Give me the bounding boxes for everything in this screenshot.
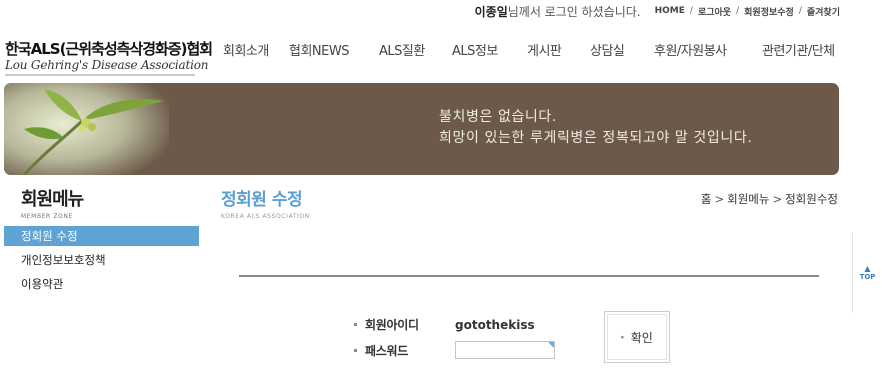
arrow-right-icon: ▸ [621,333,625,341]
bullet-icon [354,348,357,352]
edit-member-info-link[interactable]: 회원정보수정 [744,5,794,18]
logo-underline [5,74,195,76]
sidebar-menu: 정회원 수정 개인정보보호정책 이용약관 [4,226,199,298]
banner-text: 불치병은 없습니다. 희망이 있는한 루게릭병은 정복되고야 말 것입니다. [439,107,752,149]
scroll-top-label: TOP [859,273,876,281]
sidebar-title: 회원메뉴 [21,189,84,210]
sidebar-item-member-edit[interactable]: 정회원 수정 [4,226,199,246]
breadcrumb-member-menu[interactable]: 회원메뉴 [727,192,769,206]
password-row: 패스워드 [354,341,555,359]
breadcrumb-home[interactable]: 홈 [701,192,712,206]
plant-image [4,83,169,175]
password-label: 패스워드 [365,343,408,358]
nav-item-counsel[interactable]: 상담실 [590,40,625,59]
scroll-top-button[interactable]: ▲ TOP [852,233,882,313]
arrow-up-icon: ▲ [864,264,871,273]
login-status-bar: 이종일 님께서 로그인 하셨습니다. HOME / 로그아웃 / 회원정보수정 … [475,2,840,20]
sidebar-item-privacy-policy[interactable]: 개인정보보호정책 [4,250,199,270]
hero-banner: 불치병은 없습니다. 희망이 있는한 루게릭병은 정복되고야 말 것입니다. [4,83,839,175]
logo-english[interactable]: Lou Gehring's Disease Association [5,58,208,72]
breadcrumb-separator: > [772,192,783,206]
banner-line-2: 희망이 있는한 루게릭병은 정복되고야 말 것입니다. [439,130,753,146]
nav-item-related-orgs[interactable]: 관련기관/단체 [762,40,835,59]
logout-link[interactable]: 로그아웃 [698,5,731,18]
password-input[interactable] [455,341,555,359]
separator: / [736,6,740,16]
breadcrumb-current: 정회원수정 [785,192,838,206]
bookmark-link[interactable]: 즐겨찾기 [807,5,840,18]
user-name: 이종일 [474,4,508,19]
nav-item-news[interactable]: 협회NEWS [289,40,349,59]
nav-item-als-info[interactable]: ALS정보 [452,40,498,59]
confirm-label: 확인 [630,330,653,345]
banner-line-1: 불치병은 없습니다. [439,109,557,125]
confirm-button[interactable]: ▸ 확인 [604,311,670,363]
breadcrumb: 홈 > 회원메뉴 > 정회원수정 [701,191,838,207]
separator: / [689,6,693,16]
nav-item-als-disease[interactable]: ALS질환 [379,40,425,59]
nav-item-about[interactable]: 회회소개 [223,40,269,59]
content-divider [239,275,819,277]
home-link[interactable]: HOME [655,6,685,16]
member-id-value: gotothekiss [455,317,535,332]
sidebar-item-terms[interactable]: 이용약관 [4,274,199,294]
member-id-row: 회원아이디 gotothekiss [354,316,535,333]
page-title: 정회원 수정 [221,190,303,210]
breadcrumb-separator: > [714,192,725,206]
sidebar-subtitle: MEMBER ZONE [21,213,73,220]
member-id-label: 회원아이디 [365,318,419,332]
separator: / [798,6,802,16]
page-subtitle: KOREA ALS ASSOCIATION [221,213,310,220]
login-message: 님께서 로그인 하셨습니다. [507,4,641,19]
logo-korean[interactable]: 한국ALS(근위축성측삭경화증)협회 [5,38,213,59]
nav-item-sponsor[interactable]: 후원/자원봉사 [654,40,727,59]
nav-item-board[interactable]: 게시판 [527,40,562,59]
bullet-icon [354,323,357,326]
